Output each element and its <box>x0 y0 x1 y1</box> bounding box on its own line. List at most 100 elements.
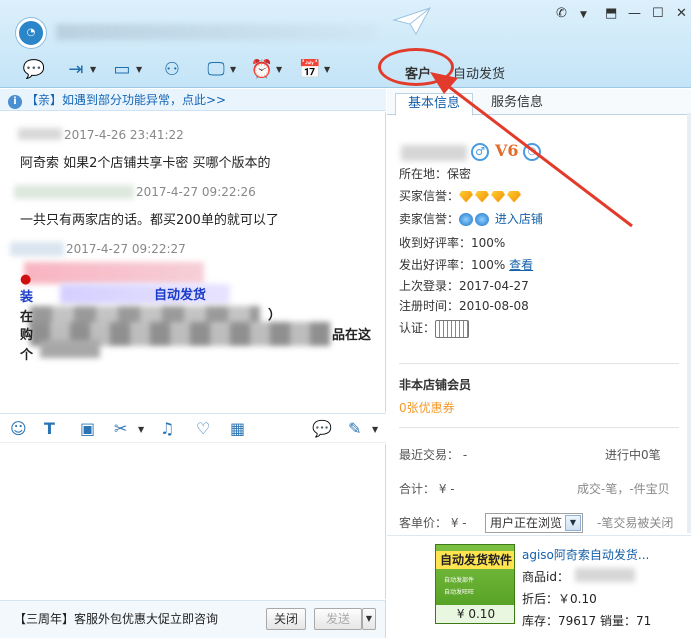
last-login: 上次登录：2017-04-27 <box>399 279 529 293</box>
view-link[interactable]: 查看 <box>509 258 533 272</box>
dropdown-caret-icon[interactable]: ▼ <box>580 10 587 20</box>
message-time: 2017-4-27 09:22:27 <box>66 242 186 256</box>
chevron-down-icon[interactable]: ▼ <box>372 425 378 434</box>
deal-info: 成交-笔，-件宝贝 <box>577 482 670 496</box>
paper-plane-icon <box>392 7 432 36</box>
sender-name-blurred <box>18 128 62 140</box>
received-good-rate: 收到好评率：100% <box>399 236 506 250</box>
trade-total: 合计： ¥ - <box>399 482 455 496</box>
notes-icon[interactable]: ✎ <box>348 419 361 438</box>
chevron-down-icon[interactable]: ▼ <box>230 65 236 74</box>
heart-icon[interactable]: ♡ <box>196 419 210 438</box>
font-icon[interactable]: T <box>44 419 55 438</box>
tab-basic-info[interactable]: 基本信息 <box>395 93 474 116</box>
sender-name-blurred <box>10 242 64 256</box>
chevron-down-icon[interactable]: ▼ <box>324 65 330 74</box>
blurred-content <box>24 262 204 284</box>
enter-shop-link[interactable]: 进入店铺 <box>495 212 543 226</box>
auth-badge-icon <box>435 319 470 338</box>
pin-icon[interactable]: ⬒ <box>605 6 617 21</box>
chat-bubble-icon[interactable]: 💬 <box>20 58 48 82</box>
chevron-down-icon[interactable]: ▼ <box>90 65 96 74</box>
message-fragment: 个 <box>20 348 34 363</box>
input-toolbar: ☺ T ▣ ✂ ▼ ♫ ♡ ▦ 💬 ✎ ▼ <box>0 413 386 443</box>
promo-link[interactable]: 【三周年】客服外包优惠大促立即咨询 <box>14 610 218 627</box>
seller-credit: 卖家信誉： 进入店铺 <box>399 212 543 226</box>
annotation-circle <box>378 48 454 86</box>
product-title-link[interactable]: agiso阿奇索自动发货... <box>522 546 649 563</box>
sender-name-blurred <box>14 185 134 199</box>
diamond-icon <box>491 190 506 203</box>
close-button[interactable]: 关闭 <box>266 608 306 630</box>
message-fragment: 购 <box>20 328 34 343</box>
title-bar: ◔ ✆ ▼ ⬒ — ☐ ✕ 💬 ⇥ ▼ ▭ ▼ ⚇ 🖵 ▼ ⏰ ▼ 📅 ▼ ↻ … <box>0 0 691 134</box>
blurred-content <box>40 340 100 358</box>
emoji-icon[interactable]: ☺ <box>10 419 27 438</box>
calculator-icon[interactable]: ▦ <box>230 419 245 438</box>
unit-price: 客单价： ¥ - <box>399 516 467 530</box>
screen-share-icon[interactable]: 🖵 <box>202 58 230 82</box>
contact-name-blurred <box>56 24 376 40</box>
scissors-icon[interactable]: ✂ <box>114 419 127 438</box>
diamond-icon <box>459 190 474 203</box>
message-fragment: ） <box>268 308 282 323</box>
crown-icon <box>459 213 474 226</box>
buyer-credit: 买家信誉： <box>399 187 523 204</box>
message-text: 阿奇索 如果2个店铺共享卡密 买哪个版本的 <box>20 156 271 171</box>
location: 所在地：保密 <box>399 167 472 181</box>
recent-trade: 最近交易： - <box>399 448 468 462</box>
clock-icon[interactable]: ◷ <box>523 143 541 161</box>
contact-avatar[interactable]: ◔ <box>16 18 46 48</box>
register-time: 注册时间：2010-08-08 <box>399 299 529 313</box>
closed-deals: -笔交易被关闭 <box>597 516 674 530</box>
calendar-add-icon[interactable]: 📅 <box>296 58 324 82</box>
divider <box>399 427 679 428</box>
crown-icon <box>475 213 490 226</box>
chevron-down-icon[interactable]: ▼ <box>138 425 144 434</box>
message-fragment: ● <box>20 272 32 287</box>
image-icon[interactable]: ▣ <box>80 419 95 438</box>
phone-icon[interactable]: ✆ <box>556 6 567 21</box>
diamond-icon <box>507 190 522 203</box>
diamond-icon <box>475 190 490 203</box>
maximize-icon[interactable]: ☐ <box>652 6 664 21</box>
member-status: 非本店铺会员 <box>399 378 472 392</box>
message-fragment: 品在这 <box>332 328 372 343</box>
customer-panel: 基本信息 服务信息 ♂ V6 ◷ 所在地：保密 买家信誉： 卖家信誉： 进入店铺… <box>387 89 691 638</box>
add-contact-icon[interactable]: ⚇ <box>158 58 186 82</box>
product-card[interactable]: 自动发货软件 自动发部件 自动发旺旺 ¥ 0.10 agiso阿奇索自动发货..… <box>387 535 691 638</box>
tab-auto-ship[interactable]: 自动发货 <box>453 63 505 82</box>
customer-name-blurred <box>401 145 467 161</box>
notice-bar[interactable]: i 【亲】如遇到部分功能异常，点此>> <box>0 89 386 111</box>
chat-history: 2017-4-26 23:41:22 阿奇索 如果2个店铺共享卡密 买哪个版本的… <box>0 112 386 412</box>
send-button[interactable]: 发送 <box>314 608 362 630</box>
coupon-count[interactable]: 0张优惠券 <box>399 399 455 416</box>
send-options-button[interactable]: ▼ <box>362 608 376 630</box>
tab-service-info[interactable]: 服务信息 <box>479 93 555 116</box>
chevron-down-icon[interactable]: ▼ <box>136 65 142 74</box>
main-toolbar: 💬 ⇥ ▼ ▭ ▼ ⚇ 🖵 ▼ ⏰ ▼ 📅 ▼ ↻ ⊕ <box>0 56 691 134</box>
quick-reply-icon[interactable]: 💬 <box>312 419 332 438</box>
chevron-down-icon[interactable]: ▼ <box>565 515 581 531</box>
product-image[interactable]: 自动发货软件 自动发部件 自动发旺旺 ¥ 0.10 <box>435 544 515 624</box>
product-id-blurred <box>575 568 635 582</box>
auth: 认证： <box>399 319 470 338</box>
notice-text[interactable]: 【亲】如遇到部分功能异常，点此>> <box>26 93 226 107</box>
message-input[interactable] <box>0 444 386 599</box>
gender-male-icon: ♂ <box>471 143 489 161</box>
panel-scrollbar[interactable] <box>687 113 691 533</box>
video-icon[interactable]: ▭ <box>108 58 136 82</box>
bottom-bar: 【三周年】客服外包优惠大促立即咨询 关闭 发送 ▼ <box>0 600 386 638</box>
panel-tabs: 基本信息 服务信息 <box>387 89 691 116</box>
info-icon: i <box>8 95 22 109</box>
close-icon[interactable]: ✕ <box>676 6 687 21</box>
shake-icon[interactable]: ♫ <box>160 419 174 438</box>
chevron-down-icon[interactable]: ▼ <box>276 65 282 74</box>
in-progress-count: 进行中0笔 <box>605 448 661 462</box>
product-stock-sales: 库存：79617 销量：71 <box>522 614 652 628</box>
message-fragment: 装 <box>20 290 34 305</box>
browsing-dropdown[interactable]: 用户正在浏览 ▼ <box>485 513 583 533</box>
transfer-icon[interactable]: ⇥ <box>62 58 90 82</box>
alarm-icon[interactable]: ⏰ <box>248 58 276 82</box>
minimize-icon[interactable]: — <box>628 6 641 21</box>
